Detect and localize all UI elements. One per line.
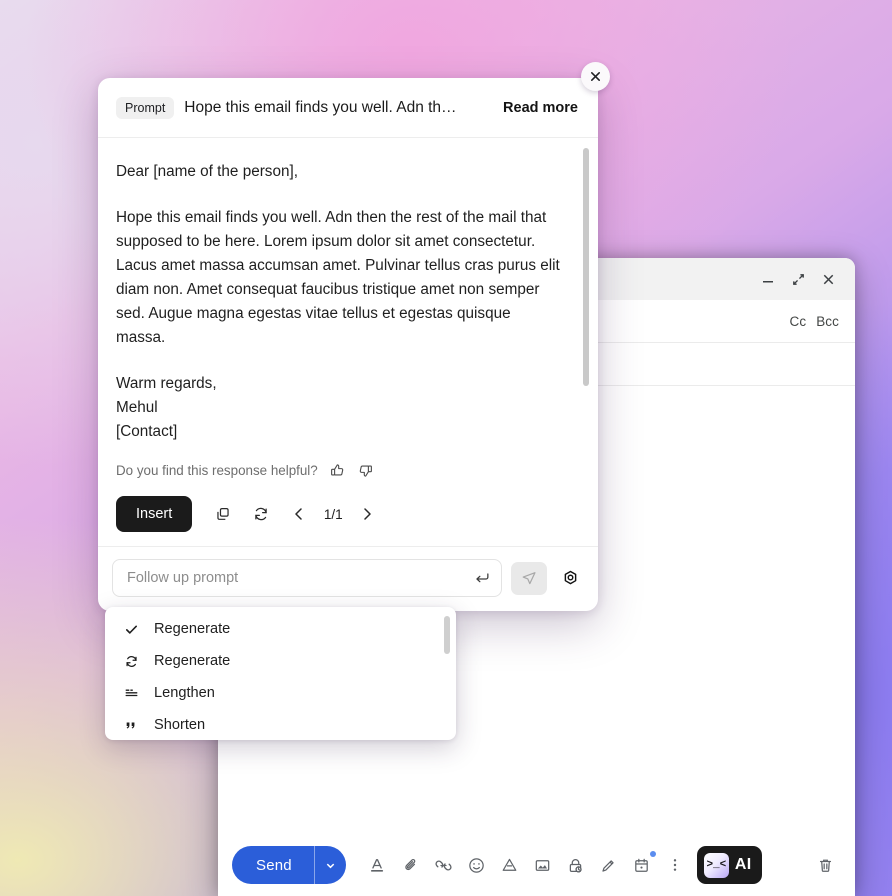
more-options-icon[interactable] bbox=[659, 849, 691, 881]
thumbs-down-icon[interactable] bbox=[357, 462, 374, 479]
enter-key-icon[interactable] bbox=[473, 569, 491, 587]
followup-prompt-input[interactable] bbox=[127, 570, 473, 586]
schedule-send-icon[interactable] bbox=[626, 849, 658, 881]
copy-icon[interactable] bbox=[206, 497, 240, 531]
formatting-options-icon[interactable] bbox=[362, 849, 394, 881]
attach-file-icon[interactable] bbox=[395, 849, 427, 881]
previous-response-icon[interactable] bbox=[282, 497, 316, 531]
regenerate-icon[interactable] bbox=[244, 497, 278, 531]
followup-input-wrapper[interactable] bbox=[112, 559, 502, 597]
menu-item-label: Regenerate bbox=[154, 653, 231, 669]
menu-item-shorten[interactable]: Shorten bbox=[105, 709, 456, 740]
insert-link-icon[interactable] bbox=[428, 849, 460, 881]
ai-button-label: AI bbox=[734, 856, 752, 873]
discard-draft-icon[interactable] bbox=[809, 849, 841, 881]
feedback-label: Do you find this response helpful? bbox=[116, 463, 318, 478]
response-signoff: Warm regards, bbox=[116, 375, 217, 392]
response-scroll-area: Dear [name of the person], Hope this ema… bbox=[98, 138, 598, 488]
close-ai-panel-button[interactable] bbox=[581, 62, 610, 91]
response-salutation: Dear [name of the person], bbox=[116, 163, 298, 180]
prompt-badge: Prompt bbox=[116, 96, 175, 119]
prompt-header: Prompt Hope this email finds you well. A… bbox=[98, 78, 598, 138]
cc-button[interactable]: Cc bbox=[789, 314, 806, 329]
refresh-icon bbox=[123, 654, 140, 669]
response-signature: Warm regards, Mehul [Contact] bbox=[116, 372, 560, 444]
prompt-actions-dropdown: Regenerate Regenerate Lengthen Shorten bbox=[105, 607, 456, 740]
next-response-icon[interactable] bbox=[350, 497, 384, 531]
close-icon[interactable] bbox=[813, 264, 843, 294]
response-paragraph: Hope this email finds you well. Adn then… bbox=[116, 209, 560, 346]
response-sender-name: Mehul bbox=[116, 399, 158, 416]
read-more-button[interactable]: Read more bbox=[503, 100, 578, 116]
send-prompt-button[interactable] bbox=[511, 561, 547, 595]
dropdown-scrollbar[interactable] bbox=[444, 616, 450, 654]
lengthen-icon bbox=[123, 686, 140, 701]
send-group[interactable]: Send bbox=[232, 846, 346, 884]
menu-item-regenerate-selected[interactable]: Regenerate bbox=[105, 613, 456, 645]
followup-row bbox=[98, 547, 598, 611]
feedback-row: Do you find this response helpful? bbox=[116, 462, 560, 479]
ai-assistant-panel: Prompt Hope this email finds you well. A… bbox=[98, 78, 598, 611]
generated-response: Dear [name of the person], Hope this ema… bbox=[116, 160, 560, 444]
response-scrollbar[interactable] bbox=[583, 148, 589, 386]
check-icon bbox=[123, 622, 140, 637]
page-indicator: 1/1 bbox=[323, 506, 343, 522]
send-button[interactable]: Send bbox=[232, 846, 314, 884]
schedule-send-badge bbox=[649, 851, 656, 857]
insert-photo-icon[interactable] bbox=[527, 849, 559, 881]
quote-icon bbox=[123, 718, 140, 733]
prompt-preview-text: Hope this email finds you well. Adn th… bbox=[184, 98, 457, 116]
menu-item-label: Shorten bbox=[154, 717, 206, 733]
insert-button[interactable]: Insert bbox=[116, 496, 193, 532]
compose-toolbar: Send >_< AI bbox=[218, 834, 855, 896]
insert-emoji-icon[interactable] bbox=[461, 849, 493, 881]
settings-gear-icon[interactable] bbox=[556, 564, 584, 592]
response-action-bar: Insert 1/1 bbox=[98, 488, 598, 547]
menu-item-regenerate[interactable]: Regenerate bbox=[105, 645, 456, 677]
desktop-wallpaper: Cc Bcc Send >_< AI Prompt Hope this emai… bbox=[0, 0, 892, 896]
send-options-icon[interactable] bbox=[313, 846, 346, 884]
ai-sparkle-icon: >_< bbox=[703, 852, 729, 878]
menu-item-label: Lengthen bbox=[154, 685, 215, 701]
menu-item-label: Regenerate bbox=[154, 621, 231, 637]
confidential-mode-icon[interactable] bbox=[560, 849, 592, 881]
insert-drive-icon[interactable] bbox=[494, 849, 526, 881]
ai-assistant-button[interactable]: >_< AI bbox=[696, 846, 763, 884]
bcc-button[interactable]: Bcc bbox=[816, 314, 839, 329]
thumbs-up-icon[interactable] bbox=[329, 462, 346, 479]
toolbar-icon-group bbox=[362, 849, 691, 881]
minimize-icon[interactable] bbox=[753, 264, 783, 294]
response-contact: [Contact] bbox=[116, 423, 178, 440]
insert-signature-icon[interactable] bbox=[593, 849, 625, 881]
menu-item-lengthen[interactable]: Lengthen bbox=[105, 677, 456, 709]
expand-icon[interactable] bbox=[783, 264, 813, 294]
